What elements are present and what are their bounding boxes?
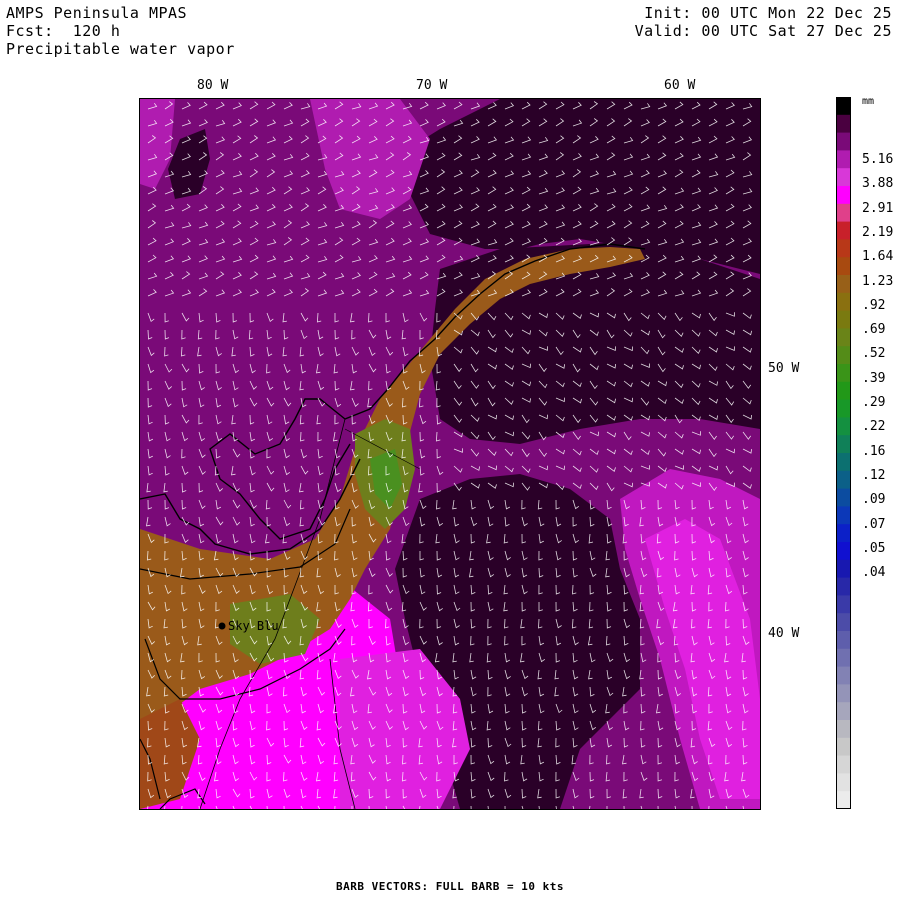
legend-swatch bbox=[836, 328, 851, 347]
dry-region-east bbox=[430, 239, 760, 444]
legend-swatch bbox=[836, 132, 851, 151]
lon-label-60w: 60 W bbox=[664, 78, 696, 93]
legend-label: .04 bbox=[862, 565, 886, 581]
legend-swatch bbox=[836, 114, 851, 134]
legend-swatch bbox=[836, 292, 851, 312]
legend-swatch bbox=[836, 702, 851, 721]
legend-label: .52 bbox=[862, 346, 886, 362]
legend-swatch bbox=[836, 239, 851, 258]
legend-label: .92 bbox=[862, 297, 886, 313]
legend-swatch bbox=[836, 453, 851, 472]
legend-swatch bbox=[836, 381, 851, 401]
legend-label: .69 bbox=[862, 322, 886, 338]
legend-label: .16 bbox=[862, 443, 886, 459]
legend-label: .12 bbox=[862, 467, 886, 483]
legend-swatch bbox=[836, 435, 851, 454]
legend-swatch bbox=[836, 595, 851, 614]
legend-swatch bbox=[836, 221, 851, 240]
legend-label: .07 bbox=[862, 516, 886, 532]
legend-swatch bbox=[836, 666, 851, 685]
legend-swatch bbox=[836, 542, 851, 561]
legend-swatch bbox=[836, 346, 851, 365]
legend-swatch bbox=[836, 310, 851, 329]
color-legend bbox=[836, 97, 852, 809]
legend-swatch bbox=[836, 648, 851, 668]
legend-swatch bbox=[836, 720, 851, 739]
station-label-sky-blu: Sky Blu bbox=[228, 619, 279, 633]
header-left: AMPS Peninsula MPAS Fcst: 120 h Precipit… bbox=[6, 4, 235, 58]
lon-label-70w: 70 W bbox=[416, 78, 448, 93]
legend-swatch bbox=[836, 631, 851, 650]
legend-label: .29 bbox=[862, 395, 886, 410]
field-name: Precipitable water vapor bbox=[6, 40, 235, 58]
legend-swatch bbox=[836, 488, 851, 507]
init-time: Init: 00 UTC Mon 22 Dec 25 bbox=[644, 4, 892, 22]
legend-label: 1.23 bbox=[862, 273, 894, 289]
precipitable-water-map[interactable]: Sky Blu bbox=[140, 99, 760, 809]
valid-time: Valid: 00 UTC Sat 27 Dec 25 bbox=[634, 22, 892, 40]
legend-color-bar bbox=[836, 97, 851, 809]
legend-unit: mm bbox=[862, 96, 875, 107]
legend-swatch bbox=[836, 613, 851, 632]
legend-label: .09 bbox=[862, 492, 886, 508]
legend-swatch bbox=[836, 97, 851, 116]
lat-label-50w: 50 W bbox=[768, 361, 800, 376]
legend-swatch bbox=[836, 559, 851, 579]
legend-label: .05 bbox=[862, 540, 886, 556]
legend-label: 2.19 bbox=[862, 224, 894, 240]
forecast-hour: Fcst: 120 h bbox=[6, 22, 121, 40]
legend-swatch bbox=[836, 791, 851, 809]
legend-label: 2.91 bbox=[862, 200, 894, 216]
legend-swatch bbox=[836, 399, 851, 418]
legend-label: 3.88 bbox=[862, 176, 894, 192]
legend-swatch bbox=[836, 168, 851, 187]
model-name: AMPS Peninsula MPAS bbox=[6, 4, 188, 22]
legend-swatch bbox=[836, 150, 851, 169]
header-right: Init: 00 UTC Mon 22 Dec 25 Valid: 00 UTC… bbox=[635, 4, 892, 40]
map-panel[interactable]: Sky Blu bbox=[139, 98, 761, 810]
legend-swatch bbox=[836, 524, 851, 543]
legend-swatch bbox=[836, 186, 851, 205]
legend-swatch bbox=[836, 755, 851, 774]
legend-label: 5.16 bbox=[862, 152, 894, 167]
station-marker-sky-blu[interactable] bbox=[218, 622, 226, 630]
barb-footer: BARB VECTORS: FULL BARB = 10 kts bbox=[336, 880, 564, 893]
legend-label: .22 bbox=[862, 419, 886, 435]
legend-label: .39 bbox=[862, 370, 886, 386]
lon-label-80w: 80 W bbox=[197, 78, 229, 93]
legend-swatch bbox=[836, 275, 851, 294]
legend-swatch bbox=[836, 737, 851, 757]
legend-swatch bbox=[836, 684, 851, 703]
legend-swatch bbox=[836, 577, 851, 596]
legend-swatch bbox=[836, 364, 851, 383]
legend-swatch bbox=[836, 203, 851, 223]
legend-swatch bbox=[836, 470, 851, 490]
legend-label: 1.64 bbox=[862, 249, 894, 265]
legend-swatch bbox=[836, 417, 851, 436]
legend-swatch bbox=[836, 773, 851, 792]
legend-swatch bbox=[836, 506, 851, 525]
legend-swatch bbox=[836, 257, 851, 276]
lat-label-40w: 40 W bbox=[768, 626, 800, 641]
